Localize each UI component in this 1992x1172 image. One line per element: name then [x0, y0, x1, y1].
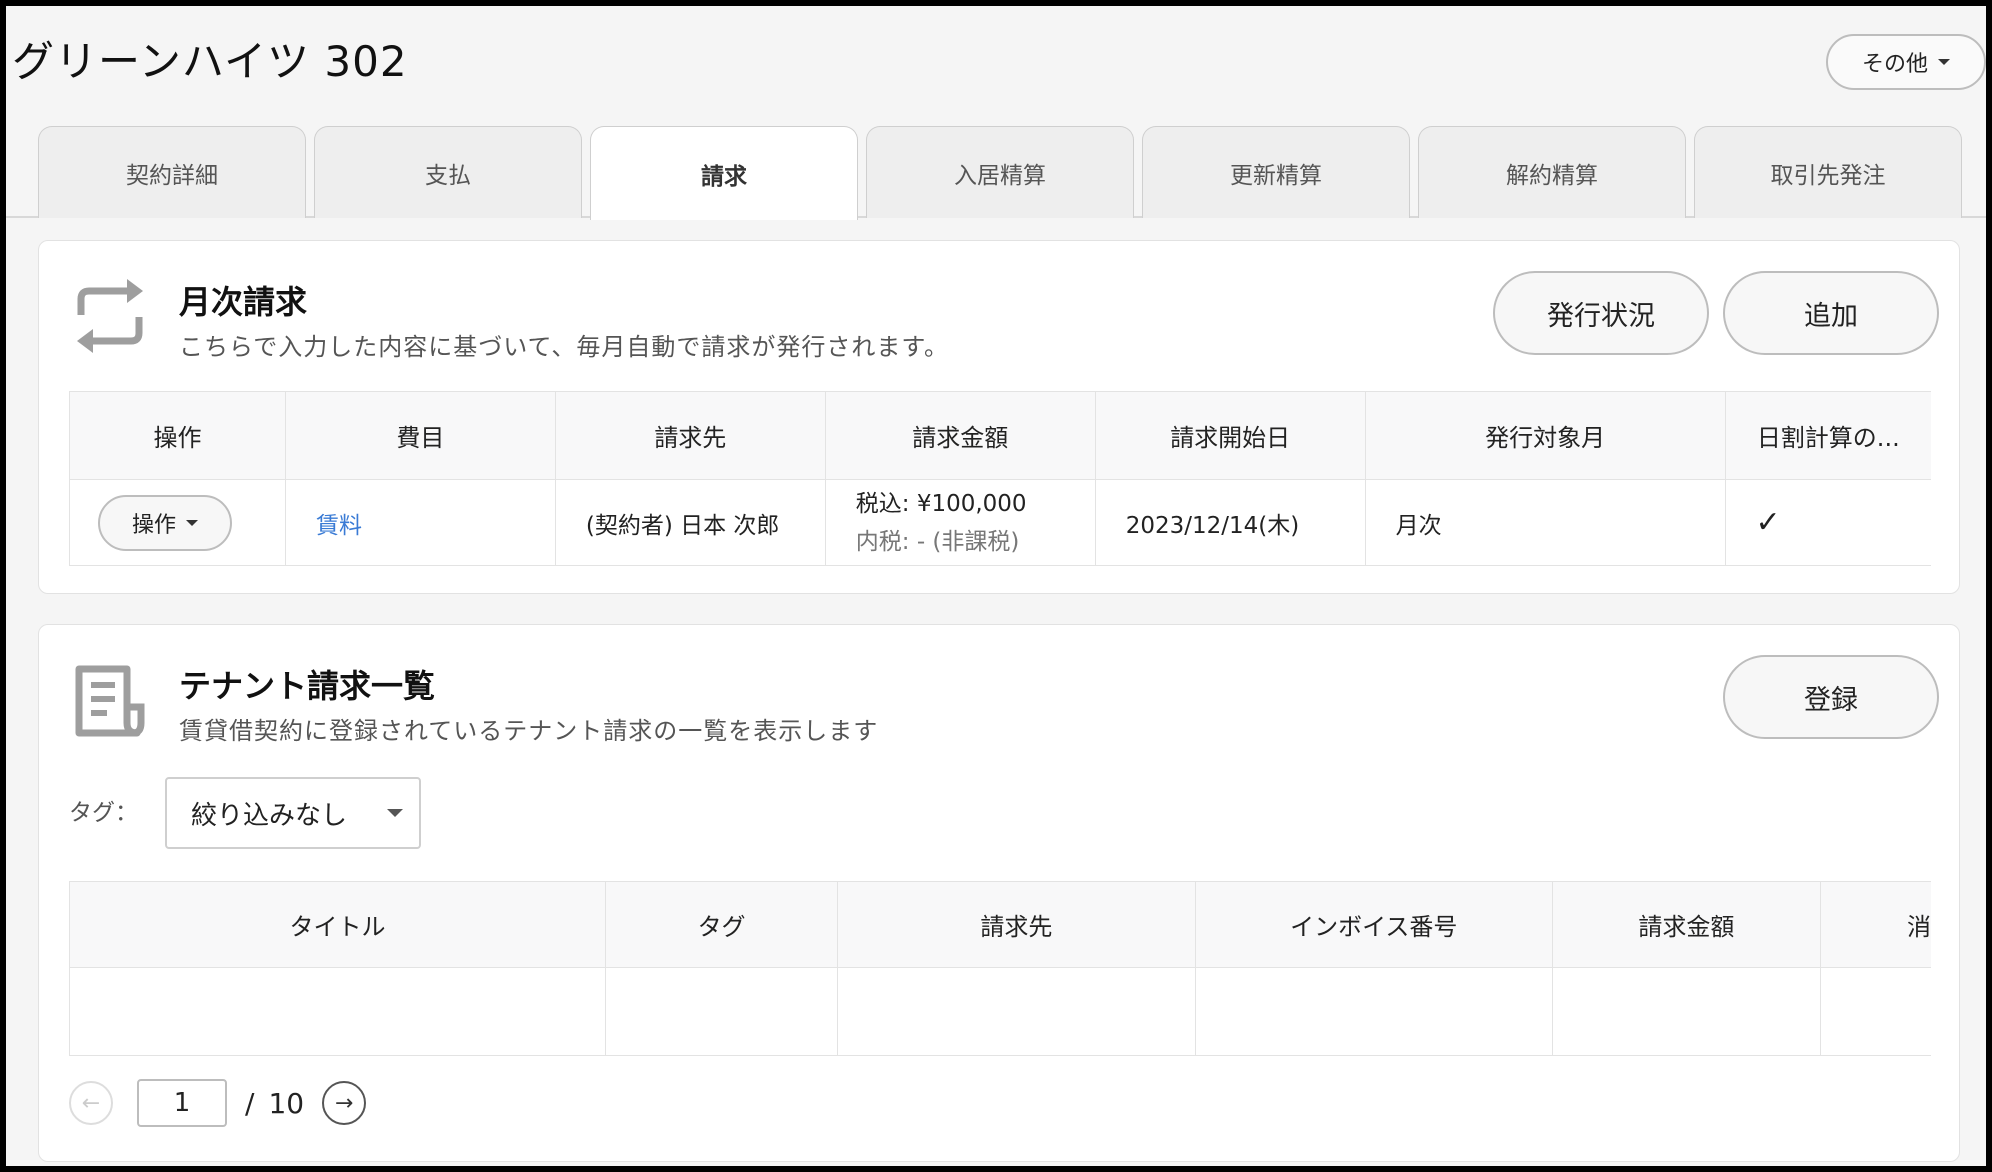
empty-cell	[1551, 967, 1821, 1056]
empty-cell	[69, 967, 606, 1056]
tab-billing[interactable]: 請求	[590, 126, 858, 220]
row-item-cell: 賃料	[284, 479, 556, 566]
col-start-date: 請求開始日	[1094, 391, 1366, 480]
row-start-date: 2023/12/14(木)	[1094, 479, 1366, 566]
check-icon: ✓	[1724, 479, 1931, 566]
page-total: 10	[268, 1086, 305, 1120]
table-row: 操作 賃料 (契約者) 日本 次郎 税込: ¥100,000 内税: - (非課…	[69, 479, 1931, 566]
monthly-billing-table: 操作 費目 請求先 請求金額 請求開始日 発行対象月 日割計算の... 操作 賃…	[69, 391, 1931, 566]
empty-cell	[1819, 967, 1931, 1056]
amount-tax-detail: 内税: - (非課税)	[855, 528, 1020, 555]
monthly-billing-card: 月次請求 こちらで入力した内容に基づいて、毎月自動で請求が発行されます。 発行状…	[38, 240, 1960, 594]
amount-incl-tax: 税込: ¥100,000	[855, 490, 1027, 517]
row-target-month: 月次	[1364, 479, 1726, 566]
col-billing-to: 請求先	[554, 391, 826, 480]
row-action-cell: 操作	[69, 479, 286, 566]
col-prorated: 日割計算の...	[1724, 391, 1931, 480]
page-number-input[interactable]: 1	[137, 1079, 227, 1127]
tab-bar: 契約詳細 支払 請求 入居精算 更新精算 解約精算 取引先発注	[6, 126, 1986, 220]
page-separator: /	[245, 1086, 255, 1120]
chevron-down-icon	[1938, 59, 1950, 65]
tenant-billing-subtitle: 賃貸借契約に登録されているテナント請求の一覧を表示します	[179, 717, 879, 745]
other-menu-button[interactable]: その他	[1826, 34, 1986, 90]
add-button[interactable]: 追加	[1723, 271, 1939, 355]
item-link[interactable]: 賃料	[316, 513, 362, 539]
table-header-row: タイトル タグ 請求先 インボイス番号 請求金額 消	[69, 881, 1931, 968]
table-empty-row	[69, 967, 1931, 1056]
app-frame: グリーンハイツ 302 その他 契約詳細 支払 請求 入居精算 更新精算 解約精…	[6, 6, 1986, 1166]
col-amount: 請求金額	[1551, 881, 1821, 968]
prev-page-icon[interactable]: ←	[69, 1081, 113, 1125]
empty-cell	[837, 967, 1196, 1056]
tag-filter-label: タグ：	[69, 800, 138, 826]
tab-contract-detail[interactable]: 契約詳細	[38, 126, 306, 218]
col-billing-to: 請求先	[837, 881, 1196, 968]
col-tag: タグ	[604, 881, 839, 968]
tenant-billing-card: テナント請求一覧 賃貸借契約に登録されているテナント請求の一覧を表示します 登録…	[38, 624, 1960, 1162]
col-title: タイトル	[69, 881, 606, 968]
issue-status-button[interactable]: 発行状況	[1493, 271, 1709, 355]
tab-cancel-settlement[interactable]: 解約精算	[1418, 126, 1686, 218]
tenant-billing-title: テナント請求一覧	[179, 667, 436, 705]
empty-cell	[604, 967, 839, 1056]
tenant-billing-table: タイトル タグ 請求先 インボイス番号 請求金額 消	[69, 881, 1931, 1056]
next-page-icon[interactable]: →	[322, 1081, 367, 1125]
empty-cell	[1194, 967, 1553, 1056]
col-action: 操作	[69, 391, 286, 480]
col-truncated: 消	[1819, 881, 1931, 968]
monthly-billing-title: 月次請求	[179, 283, 308, 321]
table-header-row: 操作 費目 請求先 請求金額 請求開始日 発行対象月 日割計算の...	[69, 391, 1931, 480]
tab-payment[interactable]: 支払	[314, 126, 582, 218]
chevron-down-icon	[387, 809, 404, 817]
tab-move-in-settlement[interactable]: 入居精算	[866, 126, 1134, 218]
col-target-month: 発行対象月	[1364, 391, 1726, 480]
row-action-button[interactable]: 操作	[98, 494, 232, 551]
row-action-label: 操作	[131, 512, 176, 538]
chevron-down-icon	[186, 519, 198, 526]
monthly-billing-subtitle: こちらで入力した内容に基づいて、毎月自動で請求が発行されます。	[179, 333, 949, 361]
page-title: グリーンハイツ 302	[12, 37, 408, 86]
document-icon	[75, 665, 145, 737]
col-item: 費目	[284, 391, 556, 480]
tab-vendor-order[interactable]: 取引先発注	[1694, 126, 1962, 218]
other-menu-label: その他	[1861, 52, 1928, 77]
tag-filter-select[interactable]: 絞り込みなし	[165, 777, 421, 849]
tag-filter-value: 絞り込みなし	[191, 800, 348, 831]
pagination: ← 1 / 10 →	[69, 1079, 367, 1127]
repeat-icon	[77, 279, 143, 353]
row-amount-cell: 税込: ¥100,000 内税: - (非課税)	[824, 479, 1096, 566]
col-invoice-number: インボイス番号	[1194, 881, 1553, 968]
row-billing-to: (契約者) 日本 次郎	[554, 479, 826, 566]
register-button[interactable]: 登録	[1723, 655, 1939, 739]
tab-renewal-settlement[interactable]: 更新精算	[1142, 126, 1410, 218]
col-amount: 請求金額	[824, 391, 1096, 480]
